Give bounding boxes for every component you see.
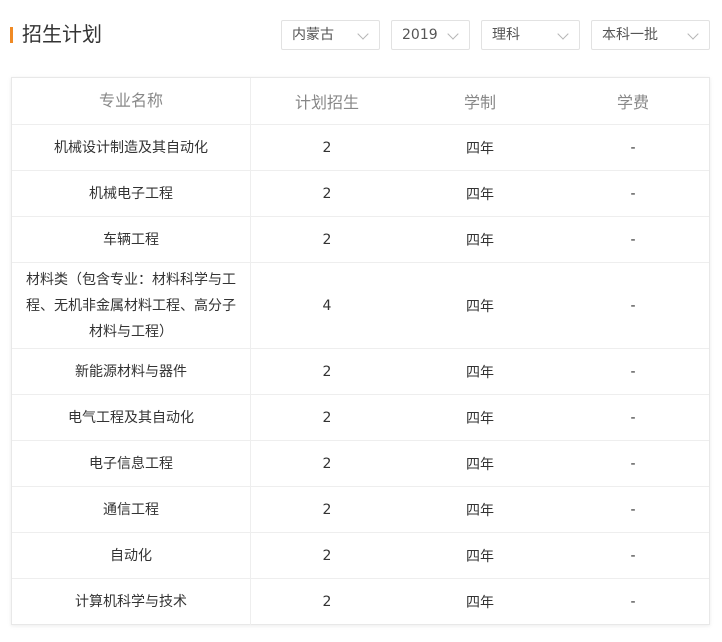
subject-select-value: 理科 xyxy=(492,27,520,43)
plan-count: 2 xyxy=(322,231,332,248)
year-select-value: 2019 xyxy=(402,27,438,43)
table-row: 通信工程 2 四年 - xyxy=(12,487,709,533)
page-title: 招生计划 xyxy=(22,22,102,46)
major-name: 车辆工程 xyxy=(12,217,251,262)
plan-count: 2 xyxy=(322,547,332,564)
table-row: 自动化 2 四年 - xyxy=(12,533,709,579)
plan-count: 4 xyxy=(322,297,332,314)
major-name: 计算机科学与技术 xyxy=(12,579,251,625)
table-row: 车辆工程 2 四年 - xyxy=(12,217,709,263)
year-select[interactable]: 2019 xyxy=(391,20,470,50)
tuition-fee: - xyxy=(630,185,636,202)
tuition-fee: - xyxy=(630,363,636,380)
duration: 四年 xyxy=(466,140,494,157)
tuition-fee: - xyxy=(630,297,636,314)
major-name: 机械电子工程 xyxy=(12,171,251,216)
major-name: 通信工程 xyxy=(12,487,251,532)
major-name: 机械设计制造及其自动化 xyxy=(12,125,251,170)
chevron-down-icon xyxy=(557,28,569,40)
batch-select-value: 本科一批 xyxy=(602,27,658,43)
duration: 四年 xyxy=(466,502,494,519)
province-select-value: 内蒙古 xyxy=(292,27,334,43)
tuition-fee: - xyxy=(630,594,636,610)
table-row: 材料类（包含专业：材料科学与工程、无机非金属材料工程、高分子材料与工程） 4 四… xyxy=(12,263,709,349)
table-header-row: 专业名称 计划招生 学制 学费 xyxy=(12,78,709,125)
tuition-fee: - xyxy=(630,409,636,426)
chevron-down-icon xyxy=(447,28,459,40)
duration: 四年 xyxy=(466,364,494,381)
table-row: 电子信息工程 2 四年 - xyxy=(12,441,709,487)
duration: 四年 xyxy=(466,232,494,249)
duration: 四年 xyxy=(466,595,494,611)
major-name: 电子信息工程 xyxy=(12,441,251,486)
title-accent-bar xyxy=(10,27,13,43)
column-header-fee: 学费 xyxy=(616,93,649,112)
plan-count: 2 xyxy=(322,363,332,380)
plan-count: 2 xyxy=(322,139,332,156)
table-row: 电气工程及其自动化 2 四年 - xyxy=(12,395,709,441)
tuition-fee: - xyxy=(630,139,636,156)
duration: 四年 xyxy=(466,298,494,315)
chevron-down-icon xyxy=(687,28,699,40)
major-name: 材料类（包含专业：材料科学与工程、无机非金属材料工程、高分子材料与工程） xyxy=(12,263,251,348)
subject-select[interactable]: 理科 xyxy=(481,20,580,50)
duration: 四年 xyxy=(466,410,494,427)
duration: 四年 xyxy=(466,186,494,203)
major-name: 电气工程及其自动化 xyxy=(12,395,251,440)
table-row: 机械电子工程 2 四年 - xyxy=(12,171,709,217)
column-header-major: 专业名称 xyxy=(12,78,251,124)
table-row: 机械设计制造及其自动化 2 四年 - xyxy=(12,125,709,171)
tuition-fee: - xyxy=(630,501,636,518)
column-header-plan: 计划招生 xyxy=(294,93,359,112)
tuition-fee: - xyxy=(630,547,636,564)
major-name: 新能源材料与器件 xyxy=(12,349,251,394)
duration: 四年 xyxy=(466,456,494,473)
table-row: 计算机科学与技术 2 四年 - xyxy=(12,579,709,625)
batch-select[interactable]: 本科一批 xyxy=(591,20,710,50)
major-name: 自动化 xyxy=(12,533,251,578)
chevron-down-icon xyxy=(357,28,369,40)
province-select[interactable]: 内蒙古 xyxy=(281,20,380,50)
column-header-duration: 学制 xyxy=(463,93,496,112)
plan-count: 2 xyxy=(322,455,332,472)
page-header: 招生计划 内蒙古 2019 理科 本科一批 xyxy=(0,0,722,70)
plan-count: 2 xyxy=(322,501,332,518)
plan-count: 2 xyxy=(322,594,332,610)
plan-count: 2 xyxy=(322,409,332,426)
tuition-fee: - xyxy=(630,455,636,472)
duration: 四年 xyxy=(466,548,494,565)
table-row: 新能源材料与器件 2 四年 - xyxy=(12,349,709,395)
plan-count: 2 xyxy=(322,185,332,202)
tuition-fee: - xyxy=(630,231,636,248)
enrollment-plan-table: 专业名称 计划招生 学制 学费 机械设计制造及其自动化 2 四年 - 机械电子工… xyxy=(11,77,710,625)
